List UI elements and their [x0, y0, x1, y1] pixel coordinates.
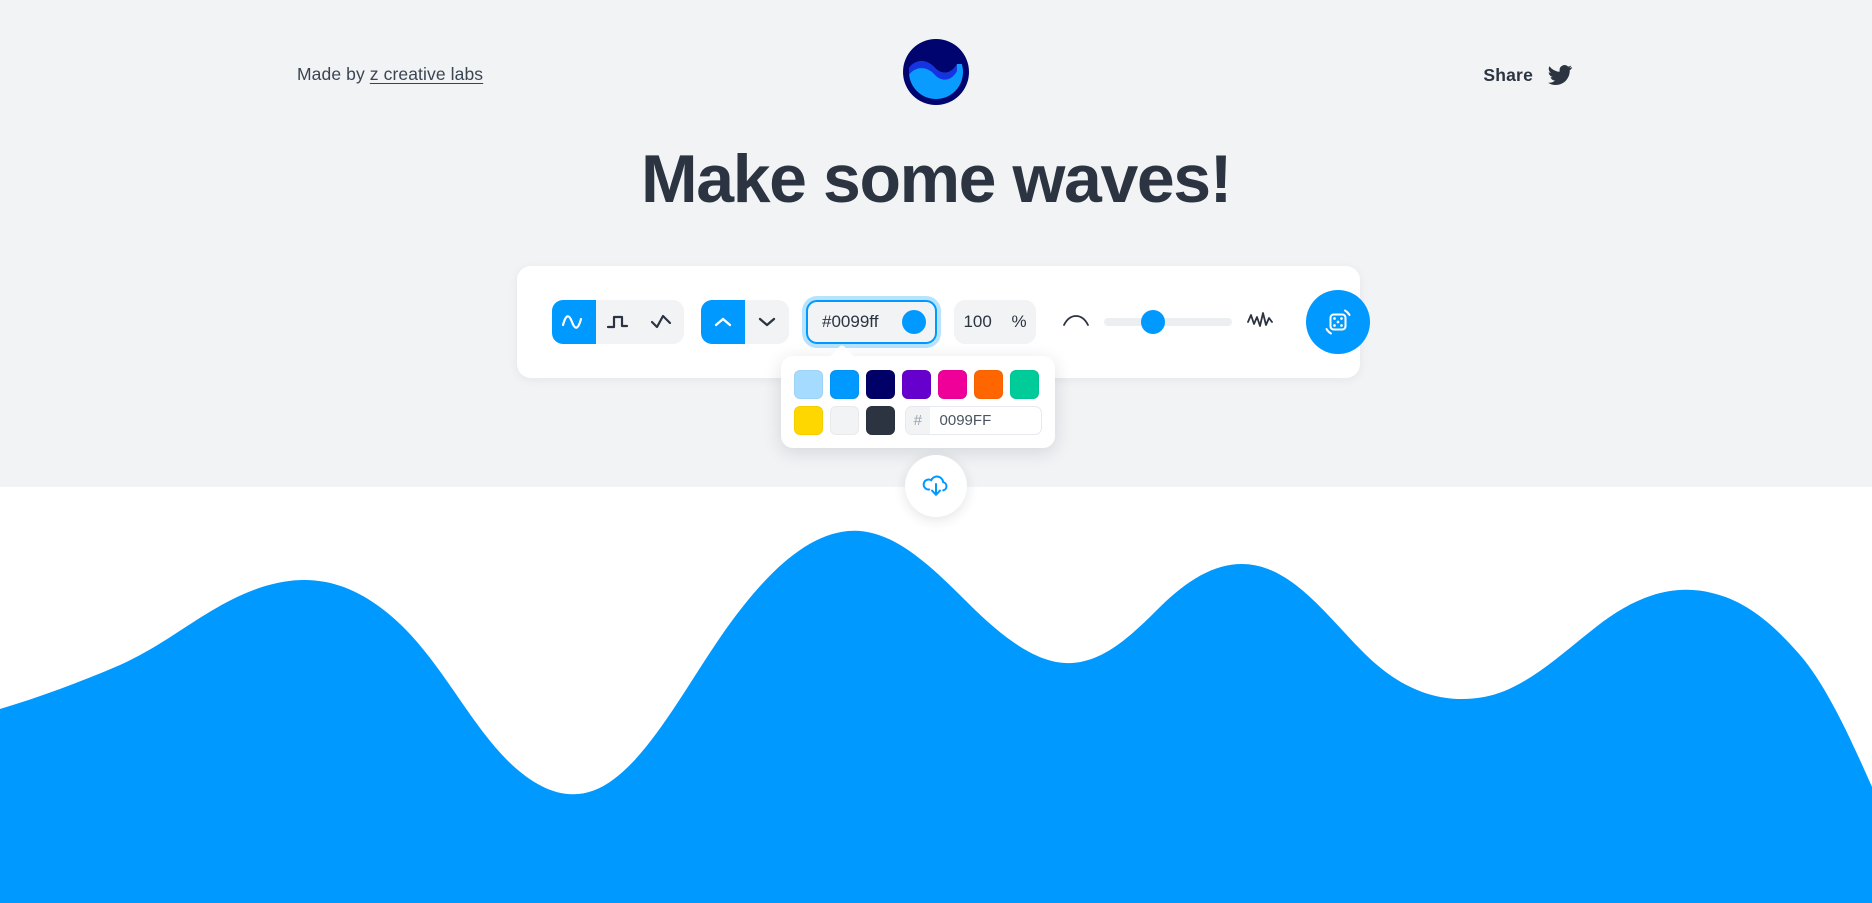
swatch-blue[interactable]: [830, 370, 859, 399]
download-button[interactable]: [905, 455, 967, 517]
triangle-wave-icon[interactable]: [640, 300, 684, 344]
swatch-dark[interactable]: [866, 406, 895, 435]
chevron-up-icon[interactable]: [701, 300, 745, 344]
complexity-slider-thumb[interactable]: [1140, 310, 1165, 334]
wave-type-group: [552, 300, 684, 344]
opacity-input[interactable]: [963, 312, 998, 332]
complexity-slider-track[interactable]: [1104, 310, 1232, 334]
twitter-icon[interactable]: [1547, 62, 1573, 88]
color-input[interactable]: [822, 312, 896, 332]
hex-input[interactable]: [929, 412, 1041, 429]
swatch-orange[interactable]: [974, 370, 1003, 399]
jagged-wave-icon[interactable]: [1245, 310, 1275, 335]
color-popover: #: [781, 356, 1055, 448]
smooth-arc-icon[interactable]: [1061, 311, 1091, 334]
swatch-yellow[interactable]: [794, 406, 823, 435]
swatch-navy[interactable]: [866, 370, 895, 399]
share-group[interactable]: Share: [1483, 62, 1573, 88]
top-section: Made by z creative labs Share Make some …: [0, 0, 1872, 487]
page-title: Make some waves!: [641, 141, 1232, 217]
swatch-teal[interactable]: [1010, 370, 1039, 399]
swatch-row-1: [794, 370, 1042, 399]
swatch-lightblue[interactable]: [794, 370, 823, 399]
app-root: Made by z creative labs Share Make some …: [0, 0, 1872, 903]
made-by-prefix: Made by: [297, 64, 370, 84]
made-by-credit: Made by z creative labs: [297, 64, 483, 85]
color-picker-wrap: #: [781, 300, 1055, 448]
chevron-down-icon[interactable]: [745, 300, 789, 344]
swatch-purple[interactable]: [902, 370, 931, 399]
square-wave-icon[interactable]: [596, 300, 640, 344]
wave-preview-section: [0, 487, 1872, 903]
opacity-field[interactable]: %: [954, 300, 1036, 344]
sine-wave-icon[interactable]: [552, 300, 596, 344]
share-label: Share: [1483, 64, 1533, 85]
hex-input-group[interactable]: #: [905, 406, 1042, 435]
made-by-link[interactable]: z creative labs: [370, 64, 483, 84]
swatch-white[interactable]: [830, 406, 859, 435]
dice-randomize-icon[interactable]: [1306, 290, 1370, 354]
color-field[interactable]: [806, 300, 937, 344]
swatch-row-2: #: [794, 406, 1042, 435]
hash-prefix-label: #: [906, 407, 930, 434]
wave-logo-icon[interactable]: [903, 39, 969, 105]
complexity-slider-group: [1061, 310, 1275, 335]
wave-toolbar: # %: [517, 266, 1370, 448]
wave-flip-group: [701, 300, 789, 344]
page-header: Made by z creative labs Share: [0, 0, 1872, 152]
swatch-magenta[interactable]: [938, 370, 967, 399]
percent-sign-label: %: [1011, 312, 1027, 331]
generated-wave-shape: [0, 530, 1872, 903]
color-swatch-dot[interactable]: [902, 310, 926, 334]
